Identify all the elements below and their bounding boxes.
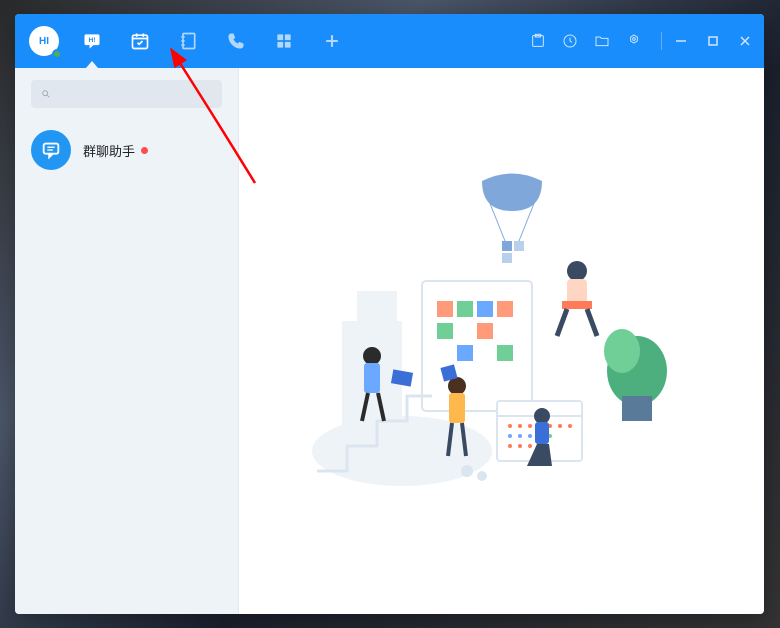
conversation-title-wrap: 群聊助手 [83,141,148,160]
minimize-button[interactable] [672,32,690,50]
files-button[interactable] [593,32,611,50]
notes-icon [178,31,198,51]
minimize-icon [674,34,688,48]
conversation-list: 群聊助手 [15,120,238,614]
history-button[interactable] [561,32,579,50]
apps-grid-icon [274,31,294,51]
screenshot-icon [530,33,546,49]
svg-text:H!: H! [88,37,95,44]
user-avatar[interactable]: HI [29,26,59,56]
folder-icon [594,33,610,49]
conversation-title: 群聊助手 [83,141,135,160]
desktop-background: HI H! [0,0,780,628]
close-button[interactable] [736,32,754,50]
tab-add[interactable] [321,30,343,52]
phone-icon [226,31,246,51]
search-icon [41,87,51,101]
maximize-icon [706,34,720,48]
search-input[interactable] [57,87,212,101]
status-indicator [52,49,62,59]
unread-indicator [141,147,148,154]
title-bar: HI H! [15,14,764,68]
calendar-icon [130,31,150,51]
body: 群聊助手 [15,68,764,614]
tab-phone[interactable] [225,30,247,52]
plus-icon [322,31,342,51]
sidebar: 群聊助手 [15,68,239,614]
tab-chat[interactable]: H! [81,30,103,52]
tab-apps[interactable] [273,30,295,52]
empty-state-illustration [302,171,702,511]
search-wrap [15,68,238,120]
tab-notes[interactable] [177,30,199,52]
gear-icon [626,33,642,49]
window-controls [672,32,754,50]
nav-tabs: H! [81,30,343,52]
clock-icon [562,33,578,49]
tab-calendar[interactable] [129,30,151,52]
app-window: HI H! [15,14,764,614]
conversation-avatar [31,130,71,170]
screenshot-button[interactable] [529,32,547,50]
conversation-item[interactable]: 群聊助手 [15,120,238,180]
search-box[interactable] [31,80,222,108]
header-utility-icons [529,32,666,50]
separator [661,32,662,50]
maximize-button[interactable] [704,32,722,50]
close-icon [738,34,752,48]
group-chat-icon [40,139,62,161]
settings-button[interactable] [625,32,643,50]
main-pane [239,68,764,614]
chat-icon: H! [82,31,102,51]
